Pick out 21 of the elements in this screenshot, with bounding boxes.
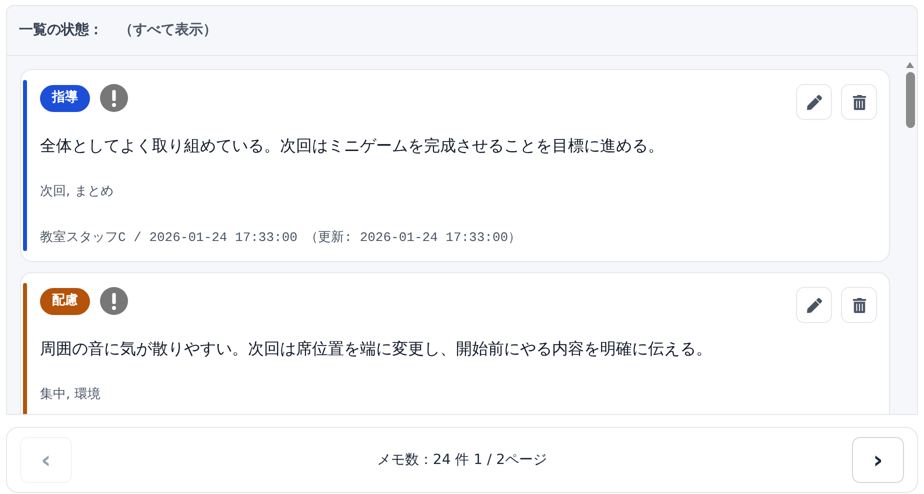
status-label: 一覧の状態： <box>19 21 103 40</box>
status-value: （すべて表示） <box>119 21 217 40</box>
pencil-icon <box>806 298 822 312</box>
memo-tags: 次回, まとめ <box>40 182 877 202</box>
scrollbar-thumb[interactable] <box>906 72 914 128</box>
edit-button[interactable] <box>796 84 832 120</box>
page-summary: メモ数：24 件 1 / 2ページ <box>376 450 548 470</box>
pencil-icon <box>806 94 822 110</box>
category-badge: 指導 <box>40 84 90 112</box>
category-badge: 配慮 <box>40 288 90 314</box>
scroll-up-icon[interactable] <box>906 62 914 68</box>
memo-meta: 教室スタッフC / 2026-01-24 17:33:00 （更新: 2026-01-24 17:33:00） <box>40 228 522 246</box>
memo-tags: 集中, 環境 <box>40 385 877 404</box>
delete-button[interactable] <box>841 84 877 120</box>
memo-text: 周囲の音に気が散りやすい。次回は席位置を端に変更し、開始前にやる内容を明確に伝える。 <box>40 338 713 360</box>
trash-icon <box>852 298 866 312</box>
trash-icon <box>852 94 866 110</box>
edit-button[interactable] <box>796 287 832 323</box>
delete-button[interactable] <box>841 287 877 323</box>
memo-text: 全体としてよく取り組めている。次回はミニゲームを完成させることを目標に進める。 <box>40 135 665 157</box>
next-page-button[interactable]: › <box>852 437 904 483</box>
